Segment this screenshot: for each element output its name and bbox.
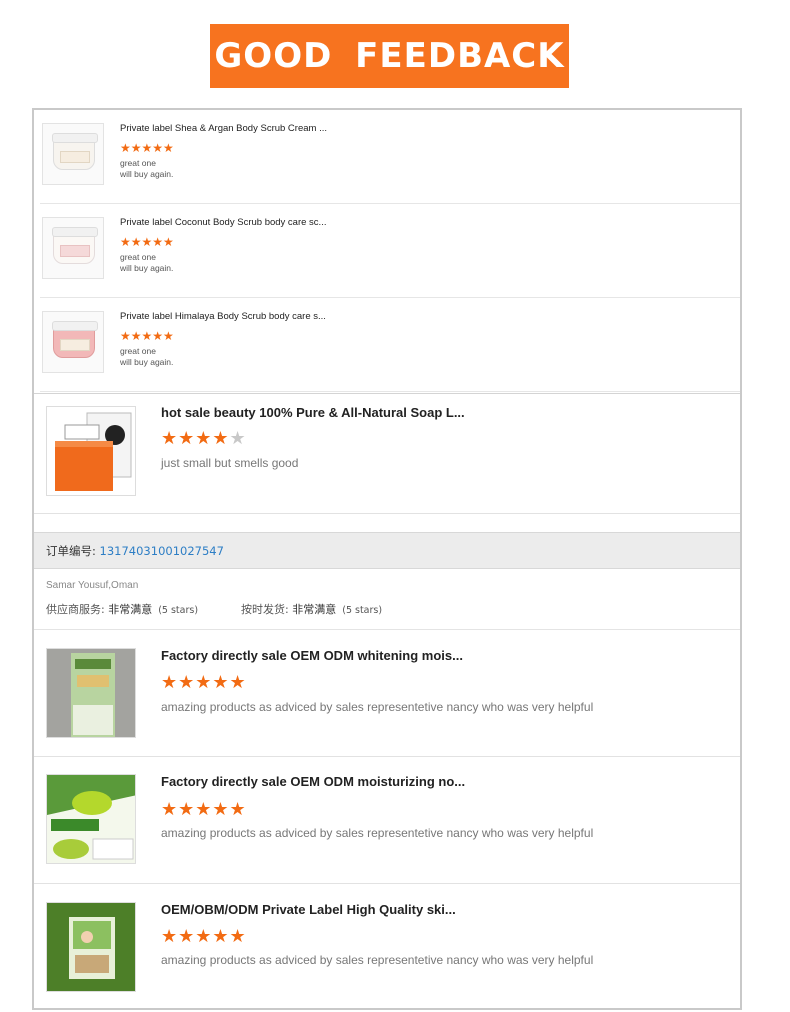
- product-thumbnail[interactable]: [42, 217, 104, 279]
- product-thumbnail[interactable]: [46, 648, 136, 738]
- shipping-stars: (5 stars): [342, 605, 383, 616]
- product-thumbnail[interactable]: [42, 311, 104, 373]
- product-title[interactable]: Factory directly sale OEM ODM whitening …: [161, 648, 463, 663]
- product-thumbnail[interactable]: [46, 902, 136, 992]
- herbal-soap-image: [47, 903, 135, 991]
- list-item[interactable]: Private label Shea & Argan Body Scrub Cr…: [40, 110, 740, 204]
- service-value: 非常满意: [108, 603, 153, 616]
- order-number-label: 订单编号:: [46, 544, 100, 558]
- list-item[interactable]: Private label Coconut Body Scrub body ca…: [40, 204, 740, 298]
- moisturizing-soap-image: [47, 775, 135, 863]
- product-thumbnail[interactable]: [42, 123, 104, 185]
- product-title[interactable]: Private label Himalaya Body Scrub body c…: [120, 311, 326, 322]
- whitening-soap-image: [47, 649, 135, 737]
- service-label: 供应商服务:: [46, 603, 109, 616]
- review-comment: just small but smells good: [161, 456, 299, 470]
- product-thumbnail[interactable]: [46, 774, 136, 864]
- order-number-bar: 订单编号: 13174031001027547: [34, 532, 740, 569]
- star-filled: ★★★★: [161, 428, 230, 448]
- supplier-ratings: 供应商服务: 非常满意 (5 stars) 按时发货: 非常满意 (5 stars): [46, 601, 382, 617]
- star-rating: ★★★★★: [120, 141, 174, 155]
- list-item[interactable]: Factory directly sale OEM ODM moisturizi…: [34, 757, 740, 884]
- review-comment: amazing products as adviced by sales rep…: [161, 700, 594, 714]
- product-title[interactable]: Private label Shea & Argan Body Scrub Cr…: [120, 123, 327, 134]
- soap-image: [55, 412, 132, 491]
- review-comment: great one: [120, 346, 156, 356]
- review-comment: great one: [120, 252, 156, 262]
- star-rating: ★★★★★: [161, 672, 247, 692]
- list-item[interactable]: Private label Himalaya Body Scrub body c…: [40, 298, 740, 392]
- review-comment: will buy again.: [120, 357, 174, 367]
- product-title[interactable]: OEM/OBM/ODM Private Label High Quality s…: [161, 902, 456, 917]
- review-comment: great one: [120, 158, 156, 168]
- shipping-value: 非常满意: [292, 603, 337, 616]
- product-title[interactable]: hot sale beauty 100% Pure & All-Natural …: [161, 405, 465, 420]
- star-empty: ★: [229, 428, 247, 448]
- review-comment: amazing products as adviced by sales rep…: [161, 826, 594, 840]
- star-rating: ★★★★★: [161, 926, 247, 946]
- order-number-link[interactable]: 13174031001027547: [100, 544, 224, 558]
- review-comment: will buy again.: [120, 169, 174, 179]
- product-title[interactable]: Factory directly sale OEM ODM moisturizi…: [161, 774, 465, 789]
- list-item[interactable]: OEM/OBM/ODM Private Label High Quality s…: [34, 884, 740, 1008]
- buyer-name: Samar Yousuf,Oman: [46, 580, 139, 591]
- service-stars: (5 stars): [158, 605, 199, 616]
- star-rating: ★★★★★: [161, 428, 247, 449]
- shipping-label: 按时发货:: [241, 603, 293, 616]
- product-title[interactable]: Private label Coconut Body Scrub body ca…: [120, 217, 326, 228]
- product-thumbnail[interactable]: [46, 406, 136, 496]
- list-item[interactable]: hot sale beauty 100% Pure & All-Natural …: [34, 397, 740, 514]
- list-item[interactable]: Factory directly sale OEM ODM whitening …: [34, 630, 740, 757]
- review-comment: amazing products as adviced by sales rep…: [161, 953, 594, 967]
- star-rating: ★★★★★: [161, 799, 247, 819]
- feedback-panel: Private label Shea & Argan Body Scrub Cr…: [32, 108, 742, 1010]
- review-comment: will buy again.: [120, 263, 174, 273]
- star-rating: ★★★★★: [120, 329, 174, 343]
- star-rating: ★★★★★: [120, 235, 174, 249]
- good-feedback-banner: GOOD FEEDBACK: [210, 24, 569, 88]
